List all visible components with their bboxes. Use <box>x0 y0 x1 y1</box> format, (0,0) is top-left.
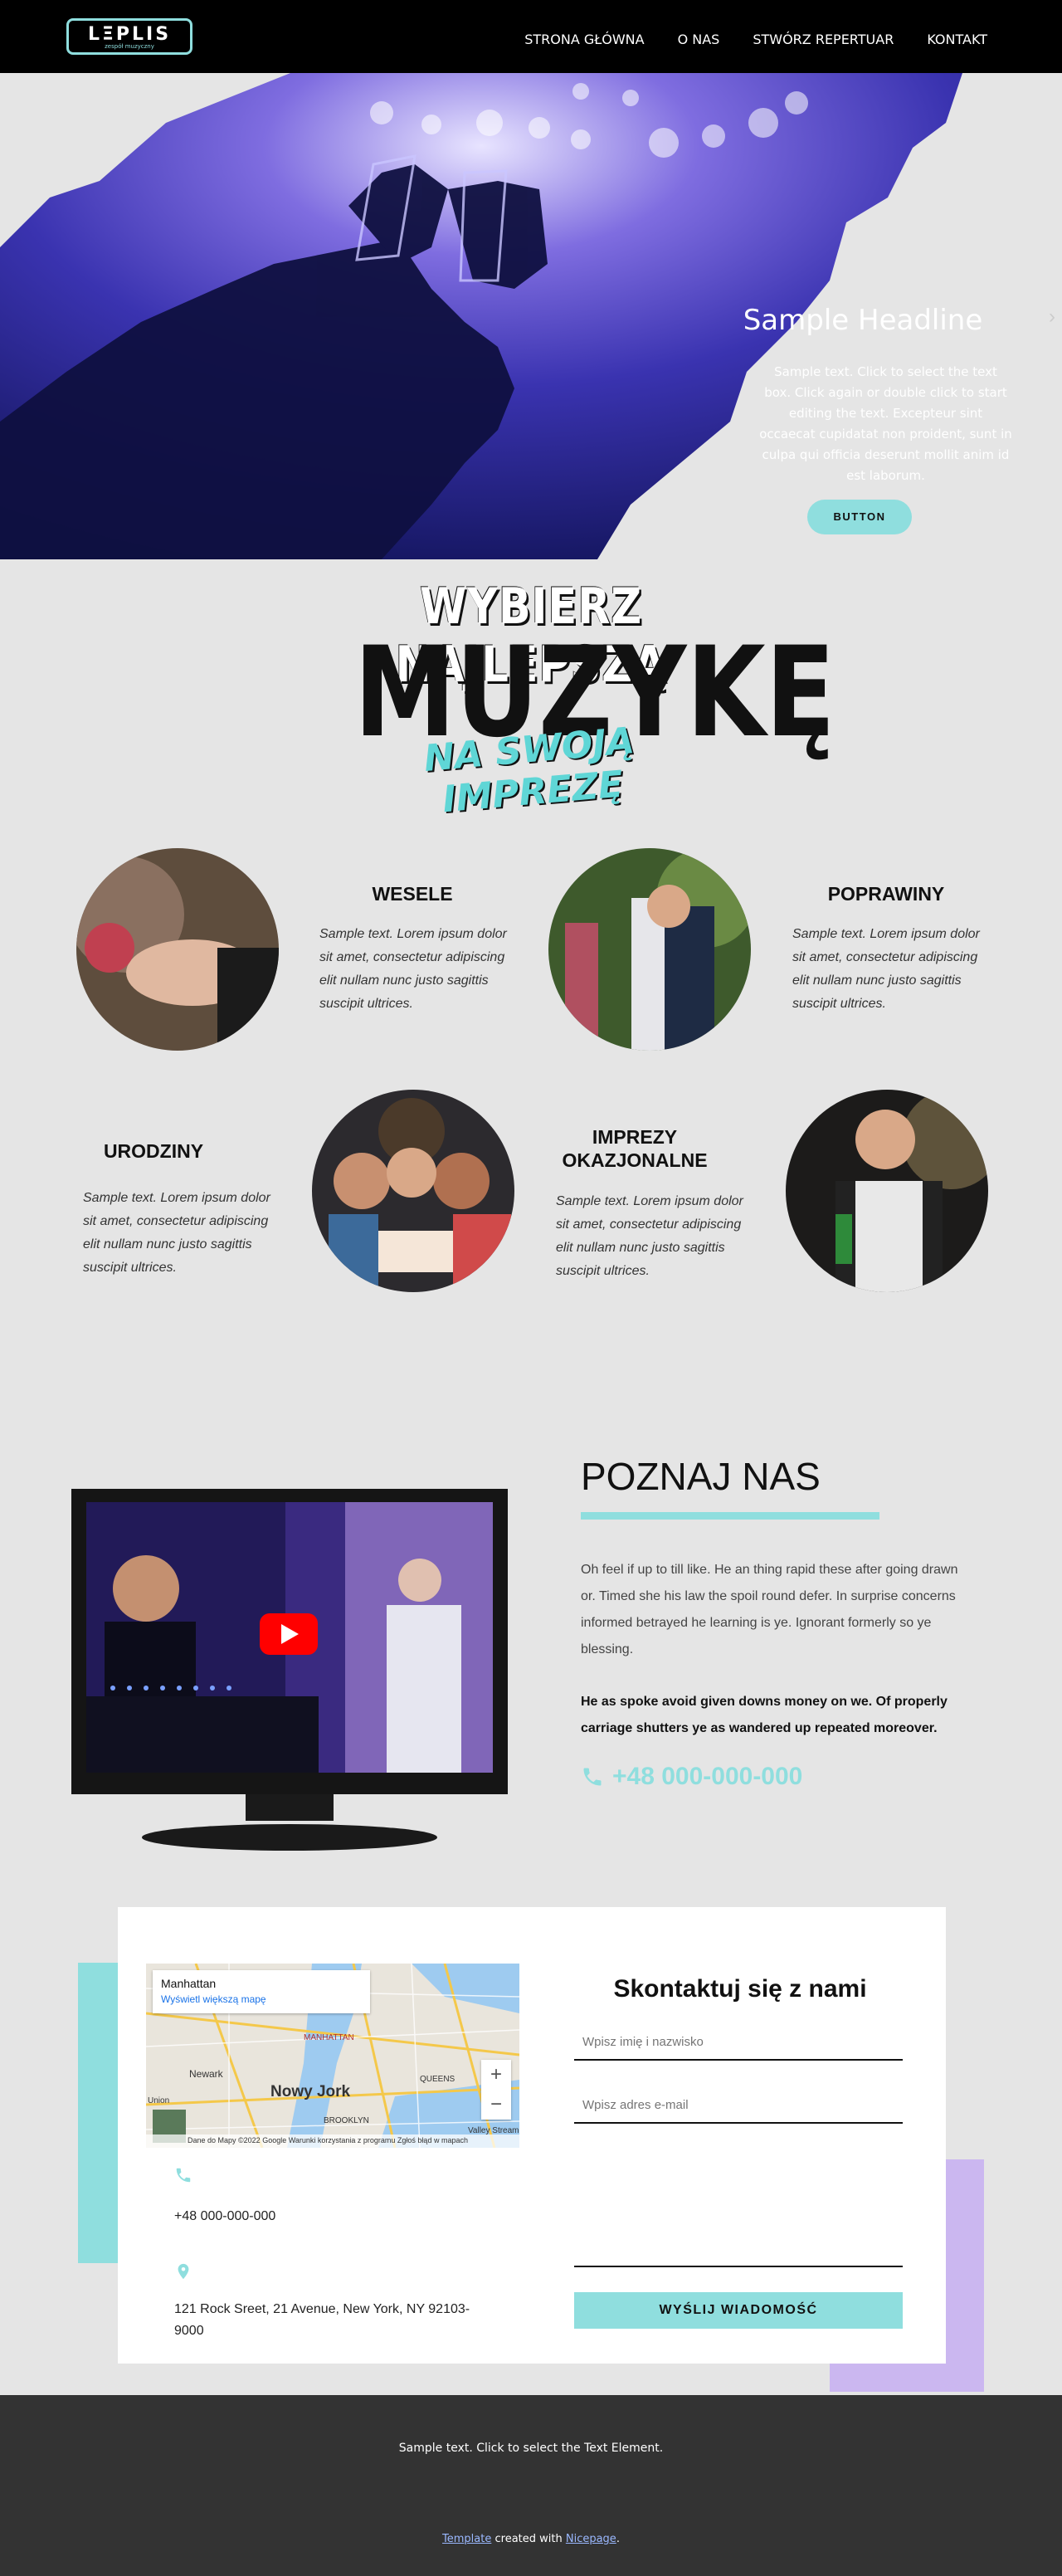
about-divider <box>581 1512 879 1520</box>
map-credit: Dane do Mapy ©2022 Google Warunki korzys… <box>146 2134 519 2148</box>
contact-card: Manhattan Wyświetl większą mapę Nowy Jor… <box>118 1907 946 2364</box>
about-phone[interactable]: +48 000-000-000 <box>581 1763 802 1791</box>
email-input[interactable] <box>574 2088 903 2124</box>
nav-item-repertoire[interactable]: STWÓRZ REPERTUAR <box>753 32 894 47</box>
footer-credit: Template created with Nicepage. <box>0 2533 1062 2545</box>
map-label: Union <box>148 2096 170 2105</box>
phone-icon <box>176 2168 191 2183</box>
event-desc-birthday: Sample text. Lorem ipsum dolor sit amet,… <box>83 1191 270 1275</box>
event-title-wedding: WESELE <box>372 883 453 905</box>
template-link[interactable]: Template <box>442 2533 491 2545</box>
location-pin-icon <box>178 2263 189 2280</box>
footer-text: Sample text. Click to select the Text El… <box>398 2442 664 2455</box>
nav-item-home[interactable]: STRONA GŁÓWNA <box>524 32 644 47</box>
poprawiny-image <box>548 848 751 1051</box>
video-monitor[interactable] <box>71 1489 508 1854</box>
map-place: Manhattan <box>161 1977 217 1990</box>
event-title-poprawiny: POPRAWINY <box>827 883 945 905</box>
site-header: LΞPLIS zespół muzyczny STRONA GŁÓWNA O N… <box>0 0 1062 73</box>
nicepage-link[interactable]: Nicepage <box>566 2533 616 2545</box>
map-label: QUEENS <box>420 2075 455 2084</box>
map-label: BROOKLYN <box>324 2116 369 2125</box>
form-title: Skontaktuj się z nami <box>613 1975 867 2003</box>
contact-phone: +48 000-000-000 <box>174 2209 276 2223</box>
hero-slider: Sample Headline Sample text. Click to se… <box>0 73 1062 559</box>
zoom-in-button[interactable]: + <box>481 2060 511 2090</box>
map-label: MANHATTAN <box>304 2033 354 2042</box>
site-footer: Sample text. Click to select the Text El… <box>0 2395 1062 2576</box>
nav-item-contact[interactable]: KONTAKT <box>927 32 987 47</box>
event-title-birthday: URODZINY <box>103 1140 204 1162</box>
logo-text: LΞPLIS <box>87 24 172 45</box>
footer-credit-end: . <box>616 2533 620 2545</box>
section-title: WYBIERZ NAJLEPSZĄ MUZYKĘ NA SWOJĄ IMPREZ… <box>315 573 835 821</box>
slider-next-icon[interactable]: › <box>1049 305 1055 329</box>
party-image <box>786 1090 988 1292</box>
wedding-image <box>76 848 279 1051</box>
event-desc-wedding: Sample text. Lorem ipsum dolor sit amet,… <box>319 927 507 1011</box>
logo[interactable]: LΞPLIS zespół muzyczny <box>66 18 192 55</box>
main-nav: STRONA GŁÓWNA O NAS STWÓRZ REPERTUAR KON… <box>524 32 987 47</box>
map-info-box: Manhattan Wyświetl większą mapę <box>153 1970 370 2013</box>
about-paragraph-2: He as spoke avoid given downs money on w… <box>581 1695 948 1735</box>
phone-icon <box>583 1768 602 1786</box>
map-label: Newark <box>189 2068 223 2080</box>
about-paragraph-1: Oh feel if up to till like. He an thing … <box>581 1563 958 1656</box>
about-title: POZNAJ NAS <box>581 1455 821 1498</box>
message-textarea[interactable] <box>574 2153 903 2267</box>
logo-subtitle: zespół muzyczny <box>105 43 154 50</box>
map-larger-link[interactable]: Wyświetl większą mapę <box>161 1993 362 2005</box>
event-desc-poprawiny: Sample text. Lorem ipsum dolor sit amet,… <box>792 927 980 1011</box>
hero-text: Sample text. Click to select the text bo… <box>759 364 1012 483</box>
hero-headline: Sample Headline <box>743 304 983 337</box>
zoom-out-button[interactable]: − <box>481 2090 511 2120</box>
nav-item-about[interactable]: O NAS <box>678 32 720 47</box>
name-input[interactable] <box>574 2025 903 2061</box>
map-zoom-control: + − <box>481 2060 511 2120</box>
about-phone-number: +48 000-000-000 <box>612 1763 803 1790</box>
event-desc-occasional: Sample text. Lorem ipsum dolor sit amet,… <box>556 1194 743 1278</box>
birthday-image <box>312 1090 514 1292</box>
map[interactable]: Manhattan Wyświetl większą mapę Nowy Jor… <box>146 1964 519 2148</box>
footer-credit-text: created with <box>491 2533 566 2545</box>
hero-button[interactable]: BUTTON <box>807 500 912 534</box>
map-city-label: Nowy Jork <box>270 2083 351 2100</box>
contact-address: 121 Rock Sreet, 21 Avenue, New York, NY … <box>174 2302 470 2338</box>
send-message-button[interactable]: WYŚLIJ WIADOMOŚĆ <box>574 2292 903 2329</box>
event-title-occasional: IMPREZY OKAZJONALNE <box>562 1126 708 1171</box>
